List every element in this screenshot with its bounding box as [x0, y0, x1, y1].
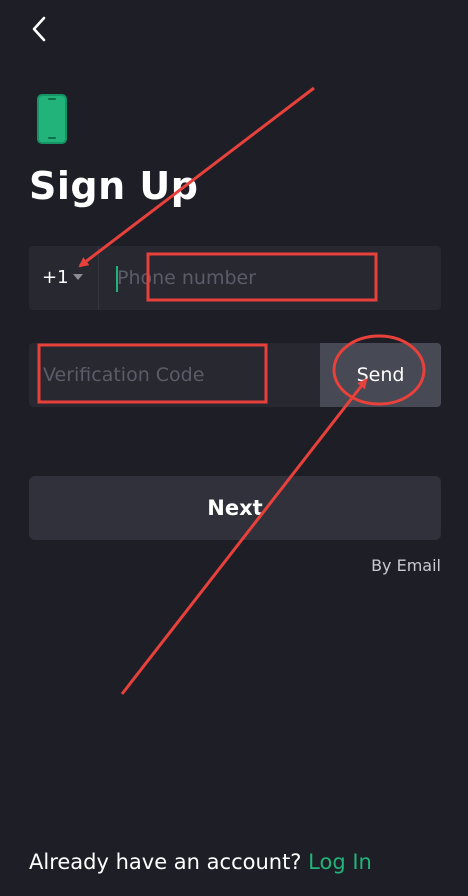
caret-down-icon — [73, 274, 83, 280]
login-prompt-text: Already have an account? — [29, 850, 302, 874]
phone-number-row: +1 — [29, 246, 441, 310]
annotation-overlay — [37, 86, 426, 695]
by-email-link[interactable]: By Email — [371, 556, 441, 575]
smartphone-icon — [37, 94, 67, 144]
login-prompt: Already have an account? Log In — [29, 850, 372, 874]
chevron-left-icon — [32, 16, 46, 42]
country-code-label: +1 — [42, 267, 69, 288]
country-code-selector[interactable]: +1 — [29, 246, 99, 310]
verification-code-row: Send — [29, 343, 441, 407]
send-code-button[interactable]: Send — [320, 343, 441, 407]
page-title: Sign Up — [29, 164, 199, 208]
verification-code-input[interactable] — [43, 351, 303, 399]
text-cursor — [116, 266, 118, 292]
back-button[interactable] — [26, 12, 56, 46]
phone-number-input[interactable] — [111, 254, 435, 302]
next-button[interactable]: Next — [29, 476, 441, 540]
log-in-link[interactable]: Log In — [308, 850, 372, 874]
